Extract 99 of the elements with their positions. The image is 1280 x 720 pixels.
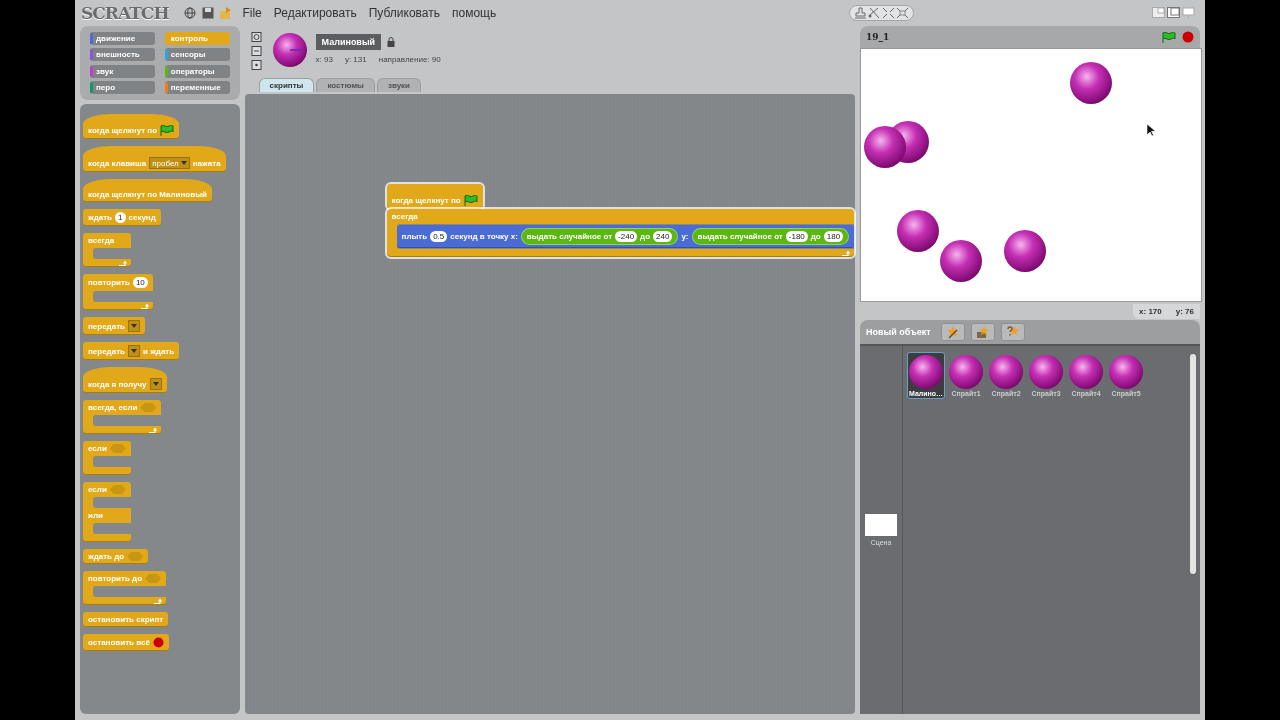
number-input[interactable]: 0.5 bbox=[430, 231, 448, 242]
hat-block[interactable]: когда я получу bbox=[83, 367, 167, 393]
lock-icon[interactable] bbox=[387, 37, 396, 47]
loop-block[interactable]: всегда плыть 0.5 секунд в точку x: выдать случайное от -240 до 240 y: выдать случайное от -180 до 180 bbox=[386, 209, 855, 257]
command-block[interactable]: передать и ждать bbox=[83, 342, 180, 360]
open-sprite-button[interactable] bbox=[970, 323, 995, 341]
sprite-ball bbox=[1109, 355, 1143, 389]
category-button[interactable]: перо bbox=[90, 80, 155, 94]
category-button[interactable]: сенсоры bbox=[164, 48, 230, 62]
stop-block[interactable]: остановить скрипт bbox=[83, 612, 169, 627]
star-folder-icon bbox=[975, 325, 990, 339]
category-button[interactable]: операторы bbox=[164, 64, 230, 78]
tab[interactable]: звуки bbox=[376, 78, 422, 92]
sprite-ball bbox=[864, 126, 906, 168]
dropdown[interactable] bbox=[128, 345, 140, 357]
menu-item[interactable]: Редактировать bbox=[270, 6, 360, 20]
stop-icon[interactable] bbox=[1182, 31, 1194, 43]
number-input[interactable]: 10 bbox=[132, 277, 148, 288]
direction-label: направление: 90 bbox=[378, 55, 441, 64]
loop-block[interactable]: всегда bbox=[83, 233, 131, 267]
grow-icon[interactable] bbox=[882, 7, 895, 19]
scrollbar[interactable] bbox=[1190, 354, 1196, 574]
command-block[interactable]: ждать 1 секунд bbox=[83, 209, 161, 226]
stage-thumbnail[interactable] bbox=[865, 514, 897, 536]
star-brush-icon bbox=[945, 325, 960, 339]
presentation-icon[interactable] bbox=[1182, 7, 1195, 19]
flag-icon bbox=[463, 195, 478, 206]
loop-block[interactable]: повторить до bbox=[83, 571, 167, 605]
sprite-ball bbox=[949, 355, 983, 389]
globe-icon[interactable] bbox=[184, 7, 197, 19]
stop-icon bbox=[152, 637, 164, 648]
category-button[interactable]: контроль bbox=[164, 32, 230, 45]
mouse-cursor-icon bbox=[1146, 123, 1156, 137]
stop-block[interactable]: остановить всё bbox=[83, 634, 169, 651]
sprite-name-field[interactable]: Малиновый bbox=[315, 34, 382, 50]
category-button[interactable]: внешность bbox=[90, 48, 155, 62]
loop-block[interactable]: если bbox=[83, 441, 131, 475]
sprite-ball bbox=[909, 355, 943, 389]
dropdown-arrow-icon bbox=[180, 161, 187, 165]
shrink-icon[interactable] bbox=[896, 7, 909, 19]
hat-block[interactable]: когда клавиша пробел нажата bbox=[83, 146, 226, 172]
surprise-sprite-button[interactable] bbox=[1000, 323, 1025, 341]
dropdown[interactable] bbox=[149, 378, 162, 390]
scissors-icon[interactable] bbox=[868, 7, 881, 19]
number-input[interactable]: -180 bbox=[785, 231, 808, 242]
dropdown[interactable] bbox=[128, 320, 140, 332]
menu-item[interactable]: помощь bbox=[448, 6, 500, 20]
dropdown-arrow-icon bbox=[131, 349, 137, 353]
dropdown-arrow-icon bbox=[131, 324, 137, 328]
sprite-ball bbox=[1029, 355, 1063, 389]
dropdown[interactable]: пробел bbox=[149, 157, 190, 169]
number-input[interactable]: 240 bbox=[653, 231, 673, 242]
x-position: x: 93 bbox=[315, 55, 333, 64]
menu-item[interactable]: File bbox=[239, 6, 265, 20]
loop-block[interactable]: всегда, если bbox=[83, 400, 162, 434]
small-stage-icon[interactable] bbox=[1152, 7, 1165, 19]
no-rotate-icon[interactable] bbox=[250, 60, 264, 72]
loop-block[interactable]: повторить 10 bbox=[83, 274, 153, 310]
reporter-block[interactable]: выдать случайное от -180 до 180 bbox=[691, 228, 850, 245]
paint-sprite-button[interactable] bbox=[940, 323, 965, 341]
category-button[interactable]: переменные bbox=[164, 80, 230, 94]
project-title: 19_1 bbox=[866, 32, 890, 42]
dropdown-arrow-icon bbox=[152, 382, 159, 386]
command-block[interactable]: ждать до bbox=[83, 549, 149, 564]
mouse-y: y: 76 bbox=[1175, 306, 1194, 316]
hat-block[interactable]: когда щелкнут по Малиновый bbox=[83, 179, 212, 202]
number-input[interactable]: 1 bbox=[115, 212, 126, 223]
category-button[interactable]: звук bbox=[90, 64, 155, 78]
number-input[interactable]: -240 bbox=[615, 231, 638, 242]
stamp-icon[interactable] bbox=[854, 7, 867, 19]
scratch-logo: SCRATCH bbox=[81, 3, 169, 23]
rotate-icon[interactable] bbox=[250, 32, 264, 44]
number-input[interactable]: 180 bbox=[823, 231, 844, 242]
normal-stage-icon[interactable] bbox=[1167, 7, 1180, 19]
flag-icon bbox=[160, 125, 175, 136]
if-else-block[interactable]: если или bbox=[83, 482, 131, 542]
flip-icon[interactable] bbox=[250, 46, 264, 58]
command-block[interactable]: передать bbox=[83, 317, 145, 335]
save-icon[interactable] bbox=[202, 7, 215, 19]
sprite-thumbnail bbox=[271, 32, 308, 68]
tab[interactable]: скрипты bbox=[258, 78, 315, 92]
command-block[interactable]: плыть 0.5 секунд в точку x: выдать случайное от -240 до 240 y: выдать случайное от -180 до 180 bbox=[396, 225, 855, 248]
sprite-ball bbox=[940, 240, 982, 282]
menu-item[interactable]: Публиковать bbox=[365, 6, 443, 20]
tab[interactable]: костюмы bbox=[316, 78, 375, 92]
category-button[interactable]: движение bbox=[90, 32, 155, 45]
flag-icon bbox=[1162, 31, 1176, 43]
sprite-ball bbox=[897, 210, 939, 252]
reporter-block[interactable]: выдать случайное от -240 до 240 bbox=[520, 228, 679, 245]
sprite-ball bbox=[1070, 62, 1112, 104]
new-sprite-label: Новый объект bbox=[866, 327, 931, 337]
mouse-x: x: 170 bbox=[1139, 306, 1162, 316]
sprite-ball bbox=[1069, 355, 1103, 389]
hat-block[interactable]: когда щелкнут по bbox=[83, 114, 180, 139]
sprite-ball bbox=[989, 355, 1023, 389]
sprite-ball bbox=[1004, 230, 1046, 272]
star-question-icon bbox=[1005, 325, 1020, 339]
hat-block[interactable]: когда щелкнут по bbox=[386, 184, 483, 209]
y-position: y: 131 bbox=[344, 55, 367, 64]
